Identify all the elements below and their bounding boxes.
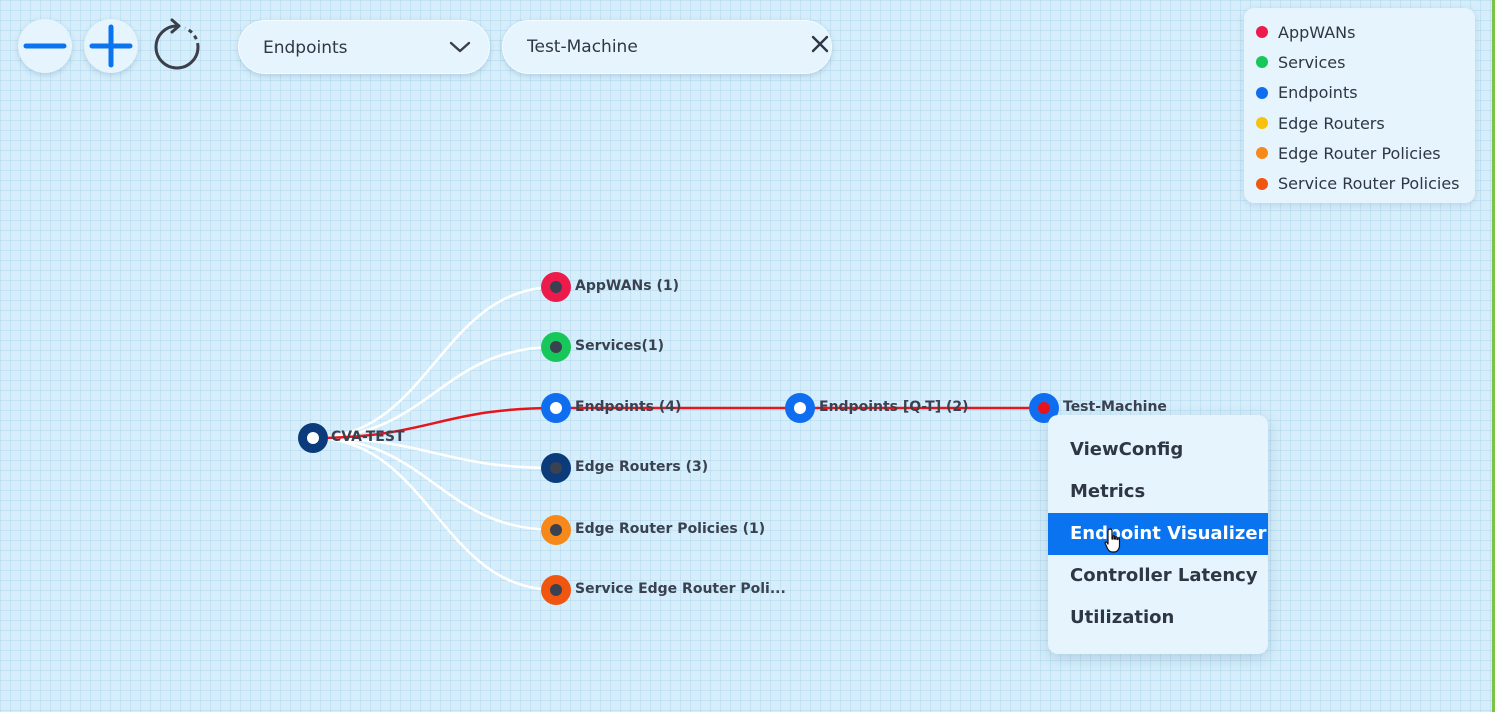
node-label-appwans: AppWANs (1): [575, 278, 679, 294]
node-label-endpoints-qt: Endpoints [Q-T] (2): [819, 399, 969, 415]
node-label-endpoints: Endpoints (4): [575, 399, 682, 415]
node-label-test-machine: Test-Machine: [1063, 399, 1167, 415]
node-service-edge-router-policies[interactable]: [541, 575, 571, 605]
node-context-menu: ViewConfig Metrics Endpoint Visualizer C…: [1048, 415, 1268, 654]
menu-item-viewconfig[interactable]: ViewConfig: [1048, 429, 1268, 471]
hand-cursor-icon: [1104, 528, 1121, 553]
node-edge-router-policies[interactable]: [541, 515, 571, 545]
node-label-services: Services(1): [575, 338, 665, 354]
node-endpoints[interactable]: [541, 393, 571, 423]
menu-item-utilization[interactable]: Utilization: [1048, 597, 1268, 639]
menu-item-endpoint-visualizer[interactable]: Endpoint Visualizer: [1048, 513, 1268, 555]
node-label-edge-routers: Edge Routers (3): [575, 459, 709, 475]
node-appwans[interactable]: [541, 272, 571, 302]
node-cva-test[interactable]: [298, 423, 328, 453]
node-services[interactable]: [541, 332, 571, 362]
node-endpoints-qt[interactable]: [785, 393, 815, 423]
node-label-service-edge-router-policies: Service Edge Router Poli...: [575, 581, 786, 597]
node-label-cva-test: CVA-TEST: [331, 429, 405, 445]
node-label-edge-router-policies: Edge Router Policies (1): [575, 521, 766, 537]
edge-appwans: [312, 285, 557, 440]
edge-service-edge-router-policies: [312, 436, 557, 592]
menu-item-controller-latency[interactable]: Controller Latency: [1048, 555, 1268, 597]
node-edge-routers[interactable]: [541, 453, 571, 483]
topology-graph: [298, 272, 1059, 605]
menu-item-metrics[interactable]: Metrics: [1048, 471, 1268, 513]
